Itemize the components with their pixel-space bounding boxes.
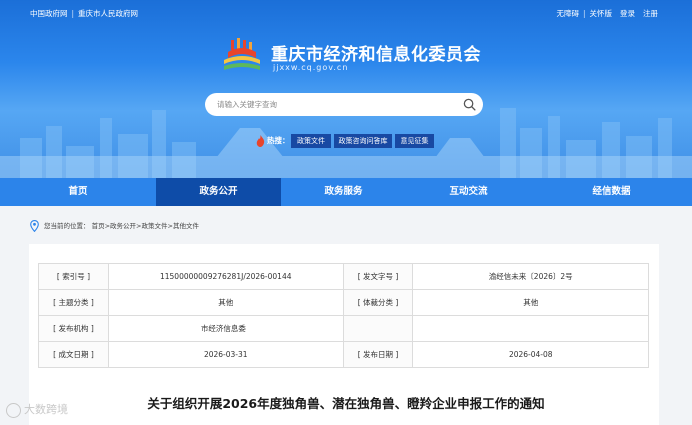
link-china-gov[interactable]: 中国政府网 xyxy=(30,9,68,18)
search-icon[interactable] xyxy=(463,98,476,111)
divider: | xyxy=(582,9,586,18)
flame-icon xyxy=(256,135,265,147)
label-document-number: [ 发文字号 ] xyxy=(342,263,414,290)
breadcrumb-home[interactable]: 首页 xyxy=(92,222,105,230)
search-box xyxy=(205,93,483,116)
empty-cell xyxy=(342,315,414,342)
breadcrumb-other-files[interactable]: 其他文件 xyxy=(173,222,199,230)
site-header: 中国政府网 | 重庆市人民政府网 无障碍 | 关怀版 登录 注册 重庆市经济和信息化委员会 … xyxy=(0,0,692,178)
site-brand[interactable]: 重庆市经济和信息化委员会 jjxxw.cq.gov.cn xyxy=(222,36,482,80)
nav-home[interactable]: 首页 xyxy=(0,178,156,206)
hot-search-label: 热搜： xyxy=(267,136,290,145)
empty-cell xyxy=(412,315,649,342)
breadcrumb-government-affairs[interactable]: 政务公开 xyxy=(110,222,136,230)
table-row: [ 发布机构 ] 市经济信息委 xyxy=(38,315,649,342)
location-pin-icon xyxy=(30,220,39,232)
nav-interaction[interactable]: 互动交流 xyxy=(406,178,531,206)
value-genre-category: 其他 xyxy=(412,289,649,316)
emblem-logo-icon xyxy=(224,38,260,70)
link-chongqing-gov[interactable]: 重庆市人民政府网 xyxy=(78,9,138,18)
hot-tag-policy-qa[interactable]: 政策咨询问答库 xyxy=(334,134,392,148)
hot-tag-policy-files[interactable]: 政策文件 xyxy=(291,134,331,148)
top-bar: 中国政府网 | 重庆市人民政府网 无障碍 | 关怀版 登录 注册 xyxy=(0,0,692,28)
link-accessibility[interactable]: 无障碍 xyxy=(556,9,579,18)
label-genre-category: [ 体裁分类 ] xyxy=(342,289,414,316)
nav-government-services[interactable]: 政务服务 xyxy=(281,178,406,206)
table-row: [ 主题分类 ] 其他 [ 体裁分类 ] 其他 xyxy=(38,289,649,316)
link-login[interactable]: 登录 xyxy=(620,9,635,18)
divider: | xyxy=(71,9,75,18)
value-written-date: 2026-03-31 xyxy=(107,341,344,368)
watermark: 大数跨境 xyxy=(6,400,68,420)
document-title: 关于组织开展2026年度独角兽、潜在独角兽、瞪羚企业申报工作的通知 xyxy=(147,396,545,411)
link-register[interactable]: 注册 xyxy=(643,9,658,18)
label-topic-category: [ 主题分类 ] xyxy=(38,289,109,316)
value-document-number: 渝经信未来〔2026〕2号 xyxy=(412,263,649,290)
document-info-table: [ 索引号 ] 11500000009276281J/2026-00144 [ … xyxy=(38,263,649,368)
watermark-logo-icon xyxy=(6,402,21,418)
value-index-number: 11500000009276281J/2026-00144 xyxy=(107,263,344,290)
search-input[interactable] xyxy=(217,93,447,116)
site-title: 重庆市经济和信息化委员会 xyxy=(271,45,481,65)
link-care-mode[interactable]: 关怀版 xyxy=(590,9,613,18)
nav-government-affairs[interactable]: 政务公开 xyxy=(156,178,281,206)
breadcrumb-prefix: 您当前的位置： xyxy=(44,222,90,230)
value-issuing-agency: 市经济信息委 xyxy=(107,315,344,342)
nav-economic-data[interactable]: 经信数据 xyxy=(531,178,692,206)
watermark-text: 大数跨境 xyxy=(24,403,68,416)
label-written-date: [ 成文日期 ] xyxy=(38,341,109,368)
table-row: [ 成文日期 ] 2026-03-31 [ 发布日期 ] 2026-04-08 xyxy=(38,341,649,368)
label-issuing-agency: [ 发布机构 ] xyxy=(38,315,109,342)
site-domain: jjxxw.cq.gov.cn xyxy=(273,63,349,72)
label-publish-date: [ 发布日期 ] xyxy=(342,341,414,368)
value-publish-date: 2026-04-08 xyxy=(412,341,649,368)
breadcrumb-policy-files[interactable]: 政策文件 xyxy=(141,222,167,230)
main-nav: 首页 政务公开 政务服务 互动交流 经信数据 xyxy=(0,178,692,206)
hot-tag-opinion-collection[interactable]: 意见征集 xyxy=(395,134,434,148)
label-index-number: [ 索引号 ] xyxy=(38,263,109,290)
value-topic-category: 其他 xyxy=(107,289,344,316)
table-row: [ 索引号 ] 11500000009276281J/2026-00144 [ … xyxy=(38,263,649,290)
